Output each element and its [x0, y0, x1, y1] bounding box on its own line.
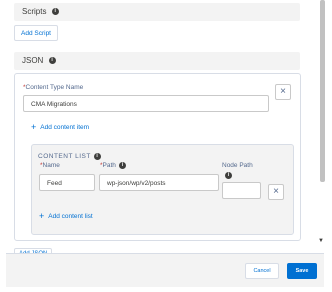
close-icon: × — [280, 86, 286, 97]
add-script-button[interactable]: Add Script — [14, 25, 58, 41]
content-list-path-input[interactable]: wp-json/wp/v2/posts — [99, 174, 219, 191]
info-icon[interactable]: i — [93, 153, 101, 160]
json-content-type-card: *Content Type Name CMA Migrations × + Add… — [14, 73, 301, 241]
add-content-item-link[interactable]: + Add content item — [31, 122, 89, 132]
plus-icon: + — [39, 211, 45, 221]
remove-content-list-button[interactable]: × — [268, 184, 284, 200]
scripts-title: Scripts — [22, 7, 47, 16]
json-section-header: JSON i — [14, 52, 300, 70]
content-list-name-input[interactable]: Feed — [39, 174, 95, 191]
save-button[interactable]: Save — [287, 263, 317, 279]
info-icon[interactable]: i — [48, 57, 56, 65]
info-icon[interactable]: i — [51, 8, 59, 16]
scrollbar-thumb[interactable] — [320, 0, 325, 182]
name-label: *Name — [40, 162, 60, 169]
json-title: JSON — [22, 56, 44, 65]
plus-icon: + — [31, 122, 37, 132]
close-icon: × — [273, 186, 279, 197]
node-path-input[interactable] — [222, 182, 261, 199]
path-label: *Path i — [100, 162, 126, 169]
content-list-title: CONTENT LIST i — [38, 153, 101, 160]
content-type-name-label: *Content Type Name — [23, 84, 84, 91]
scripts-section-header: Scripts i — [14, 3, 300, 21]
add-content-list-link[interactable]: + Add content list — [39, 211, 93, 221]
content-list-panel: CONTENT LIST i *Name *Path i Node Path i F… — [31, 144, 294, 235]
content-type-name-input[interactable]: CMA Migrations — [23, 95, 269, 112]
node-path-label: Node Path — [222, 162, 253, 169]
remove-content-type-button[interactable]: × — [275, 84, 291, 100]
cancel-button[interactable]: Cancel — [245, 263, 279, 279]
scroll-down-icon[interactable]: ▼ — [318, 238, 324, 244]
vertical-scrollbar[interactable]: ▼ — [318, 0, 326, 244]
info-icon[interactable]: i — [118, 162, 126, 169]
info-icon[interactable]: i — [225, 172, 232, 179]
modal-body: Scripts i Add Script JSON i *Content Typ… — [0, 0, 310, 292]
modal-footer: Cancel Save — [6, 253, 324, 287]
